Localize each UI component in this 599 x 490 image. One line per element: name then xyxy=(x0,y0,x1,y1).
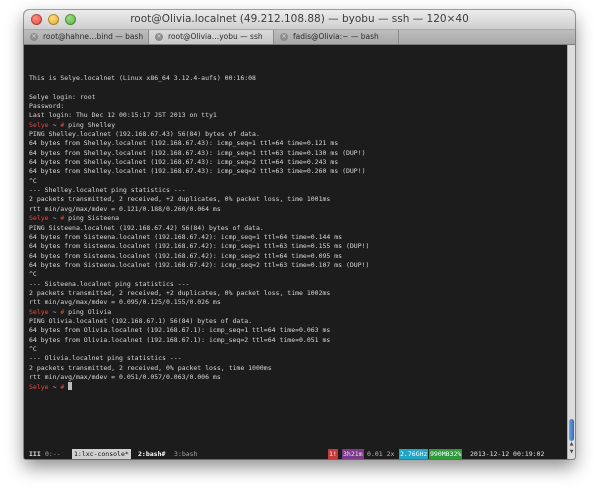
tab-label: fadis@Olivia:~ — bash xyxy=(293,32,379,41)
terminal-prompt-line: Selye ~ # xyxy=(29,382,567,391)
terminal-output[interactable]: This is Selye.localnet (Linux x86_64 3.1… xyxy=(24,45,567,459)
prompt-hostname: Selye xyxy=(29,307,49,316)
title-bar[interactable]: root@Olivia.localnet (49.212.108.88) — b… xyxy=(24,10,575,30)
byobu-window-2[interactable]: 2:bash# xyxy=(138,449,165,459)
tab-close-icon[interactable]: ✕ xyxy=(155,33,163,41)
tab-olivia-ssh[interactable]: ✕ root@Olivia…yobu — ssh xyxy=(149,30,274,44)
terminal-line: --- Shelley.localnet ping statistics --- xyxy=(29,186,186,195)
prompt-directory: ~ xyxy=(48,307,61,316)
command-text: ping Shelley xyxy=(64,120,116,129)
load-average: 0.01 2x xyxy=(367,450,395,458)
byobu-status-bar: III 0:-- 1:lxc-console* 2:bash# 3:bash 1… xyxy=(24,449,567,459)
byobu-window-1[interactable]: 1:lxc-console* xyxy=(72,449,131,459)
terminal-line: rtt min/avg/max/mdev = 0.095/0.125/0.155… xyxy=(29,298,221,307)
prompt-hostname: Selye xyxy=(29,383,49,392)
terminal-line: PING Shelley.localnet (192.168.67.43) 56… xyxy=(29,130,260,139)
terminal-line: Last login: Thu Dec 12 00:15:17 JST 2013… xyxy=(29,111,217,120)
text-cursor xyxy=(68,382,73,391)
terminal-window: root@Olivia.localnet (49.212.108.88) — b… xyxy=(24,10,575,459)
vertical-scrollbar[interactable]: ▲ ▼ xyxy=(567,45,575,459)
terminal-line: 64 bytes from Shelley.localnet (192.168.… xyxy=(29,167,366,176)
prompt-hostname: Selye xyxy=(29,120,49,129)
prompt-hostname: Selye xyxy=(29,214,49,223)
scroll-down-arrow-icon[interactable]: ▼ xyxy=(568,449,575,456)
prompt-directory: ~ xyxy=(48,214,61,223)
terminal-line: 64 bytes from Olivia.localnet (192.168.6… xyxy=(29,335,331,344)
terminal-line: 2 packets transmitted, 2 received, +2 du… xyxy=(29,288,331,297)
tab-label: root@Olivia…yobu — ssh xyxy=(168,32,263,41)
command-text: ping Olivia xyxy=(64,307,112,316)
command-text: ping Sisteena xyxy=(64,214,120,223)
terminal-line: 64 bytes from Olivia.localnet (192.168.6… xyxy=(29,326,331,335)
terminal-line: Password: xyxy=(29,102,65,111)
terminal-line: 64 bytes from Sisteena.localnet (192.168… xyxy=(29,232,343,241)
cpu-frequency-badge: 2.76GHz xyxy=(399,449,429,459)
terminal-line: 64 bytes from Shelley.localnet (192.168.… xyxy=(29,158,339,167)
byobu-logo: III xyxy=(29,450,41,458)
terminal-line: Selye login: root xyxy=(29,92,96,101)
terminal-line: 64 bytes from Shelley.localnet (192.168.… xyxy=(29,148,366,157)
terminal-prompt-line: Selye ~ # ping Olivia xyxy=(29,308,567,317)
tab-bar: ✕ root@hahne…bind — bash ✕ root@Olivia…y… xyxy=(24,30,575,45)
terminal-line: ^C xyxy=(29,344,37,353)
terminal-line: rtt min/avg/max/mdev = 0.121/0.188/0.260… xyxy=(29,204,221,213)
terminal-line: ^C xyxy=(29,176,37,185)
tab-label: root@hahne…bind — bash xyxy=(43,32,144,41)
window-title: root@Olivia.localnet (49.212.108.88) — b… xyxy=(130,13,469,25)
prompt-directory: ~ xyxy=(48,120,61,129)
terminal-prompt-line: Selye ~ # ping Sisteena xyxy=(29,214,567,223)
terminal-line: 64 bytes from Sisteena.localnet (192.168… xyxy=(29,242,370,251)
terminal-line: --- Olivia.localnet ping statistics --- xyxy=(29,354,182,363)
terminal-prompt-line: Selye ~ # ping Shelley xyxy=(29,121,567,130)
updates-badge: 1! xyxy=(328,449,338,459)
byobu-window-0[interactable]: 0:-- xyxy=(45,449,61,459)
terminal-line: ^C xyxy=(29,270,37,279)
terminal-line: --- Sisteena.localnet ping statistics --… xyxy=(29,279,190,288)
memory-badge: 990MB32% xyxy=(429,449,463,459)
tab-fadis-bash[interactable]: ✕ fadis@Olivia:~ — bash xyxy=(274,30,399,44)
terminal-line: This is Selye.localnet (Linux x86_64 3.1… xyxy=(29,74,256,82)
tab-hahne-bash[interactable]: ✕ root@hahne…bind — bash xyxy=(24,30,149,44)
tab-close-icon[interactable]: ✕ xyxy=(280,33,288,41)
terminal-line: 64 bytes from Sisteena.localnet (192.168… xyxy=(29,251,343,260)
byobu-window-3[interactable]: 3:bash xyxy=(174,449,197,459)
tab-close-icon[interactable]: ✕ xyxy=(30,33,38,41)
terminal-line: rtt min/avg/max/mdev = 0.051/0.057/0.063… xyxy=(29,373,221,381)
prompt-directory: ~ xyxy=(48,383,61,392)
terminal-line: PING Sisteena.localnet (192.168.67.42) 5… xyxy=(29,223,264,232)
terminal-line: PING Olivia.localnet (192.168.67.1) 56(8… xyxy=(29,316,253,325)
scroll-up-arrow-icon[interactable]: ▲ xyxy=(568,441,575,448)
terminal-line: 2 packets transmitted, 2 received, +2 du… xyxy=(29,195,331,204)
terminal-line: 64 bytes from Sisteena.localnet (192.168… xyxy=(29,260,370,269)
uptime-badge: 3h21m xyxy=(342,449,364,459)
scrollbar-thumb[interactable] xyxy=(569,419,574,441)
date-time: 2013-12-12 00:19:02 xyxy=(470,450,545,458)
terminal-line: 2 packets transmitted, 2 received, 0% pa… xyxy=(29,363,272,372)
terminal-line: 64 bytes from Shelley.localnet (192.168.… xyxy=(29,139,339,148)
